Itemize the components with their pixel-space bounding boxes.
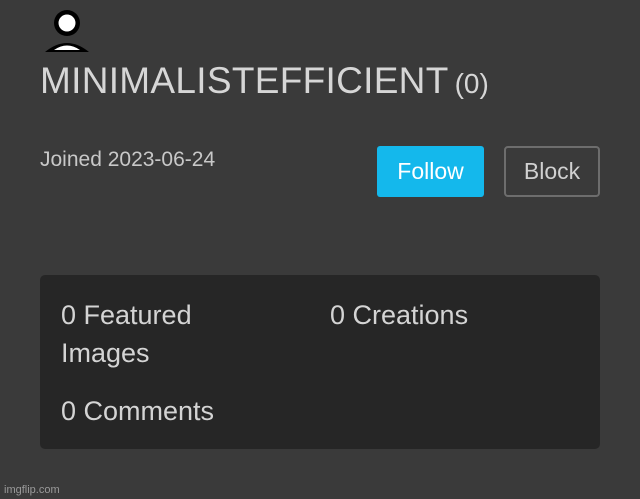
featured-images-count[interactable]: 0 Featured Images	[61, 296, 281, 372]
points-count: (0)	[454, 68, 489, 99]
stats-panel: 0 Featured Images 0 Creations 0 Comments	[40, 275, 600, 449]
follow-button[interactable]: Follow	[377, 146, 484, 197]
joined-date: Joined 2023-06-24	[40, 148, 216, 171]
block-button[interactable]: Block	[504, 146, 600, 197]
user-avatar-icon	[42, 6, 92, 54]
comments-count[interactable]: 0 Comments	[61, 392, 311, 430]
watermark: imgflip.com	[4, 484, 60, 496]
username: MINIMALISTEFFICIENT	[40, 60, 449, 101]
creations-count[interactable]: 0 Creations	[330, 296, 580, 334]
username-row: MINIMALISTEFFICIENT (0)	[40, 60, 489, 102]
